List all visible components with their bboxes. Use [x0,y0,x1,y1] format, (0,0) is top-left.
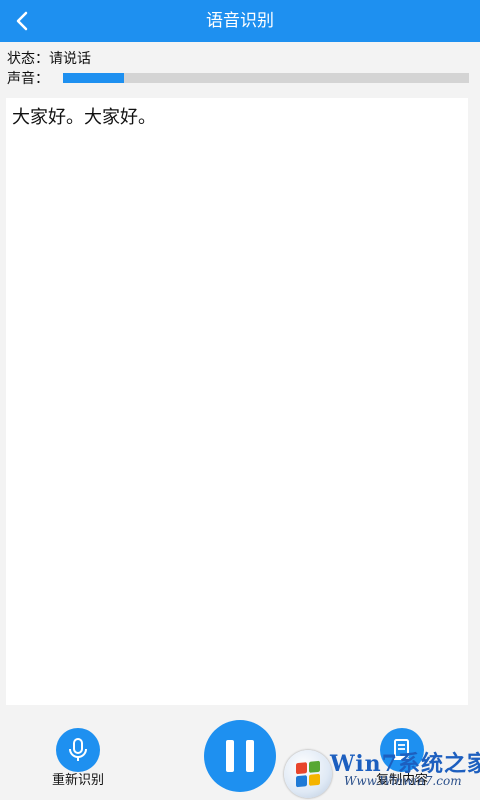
pause-icon-bar-left [226,740,234,772]
sound-level-row: 声音： [7,70,473,88]
pause-button[interactable] [204,720,276,792]
copy-content-label[interactable]: 复制内容 [352,772,452,790]
restart-recognition-label[interactable]: 重新识别 [28,772,128,790]
bottom-action-bar: 重新识别 复制内容 [0,708,480,800]
recognized-text-area[interactable]: 大家好。大家好。 [6,98,468,705]
status-text: 状态：请说话 [7,51,91,67]
page-title: 语音识别 [206,11,274,31]
microphone-icon [69,738,87,761]
sound-label: 声音： [7,71,49,87]
sound-level-fill [63,73,124,83]
sound-level-track [63,73,469,83]
copy-content-button[interactable] [380,728,424,772]
recognized-text: 大家好。大家好。 [12,107,156,128]
pause-icon-bar-right [246,740,254,772]
restart-recognition-button[interactable] [56,728,100,772]
app-header: 语音识别 [0,0,480,42]
copy-document-icon [394,739,409,760]
